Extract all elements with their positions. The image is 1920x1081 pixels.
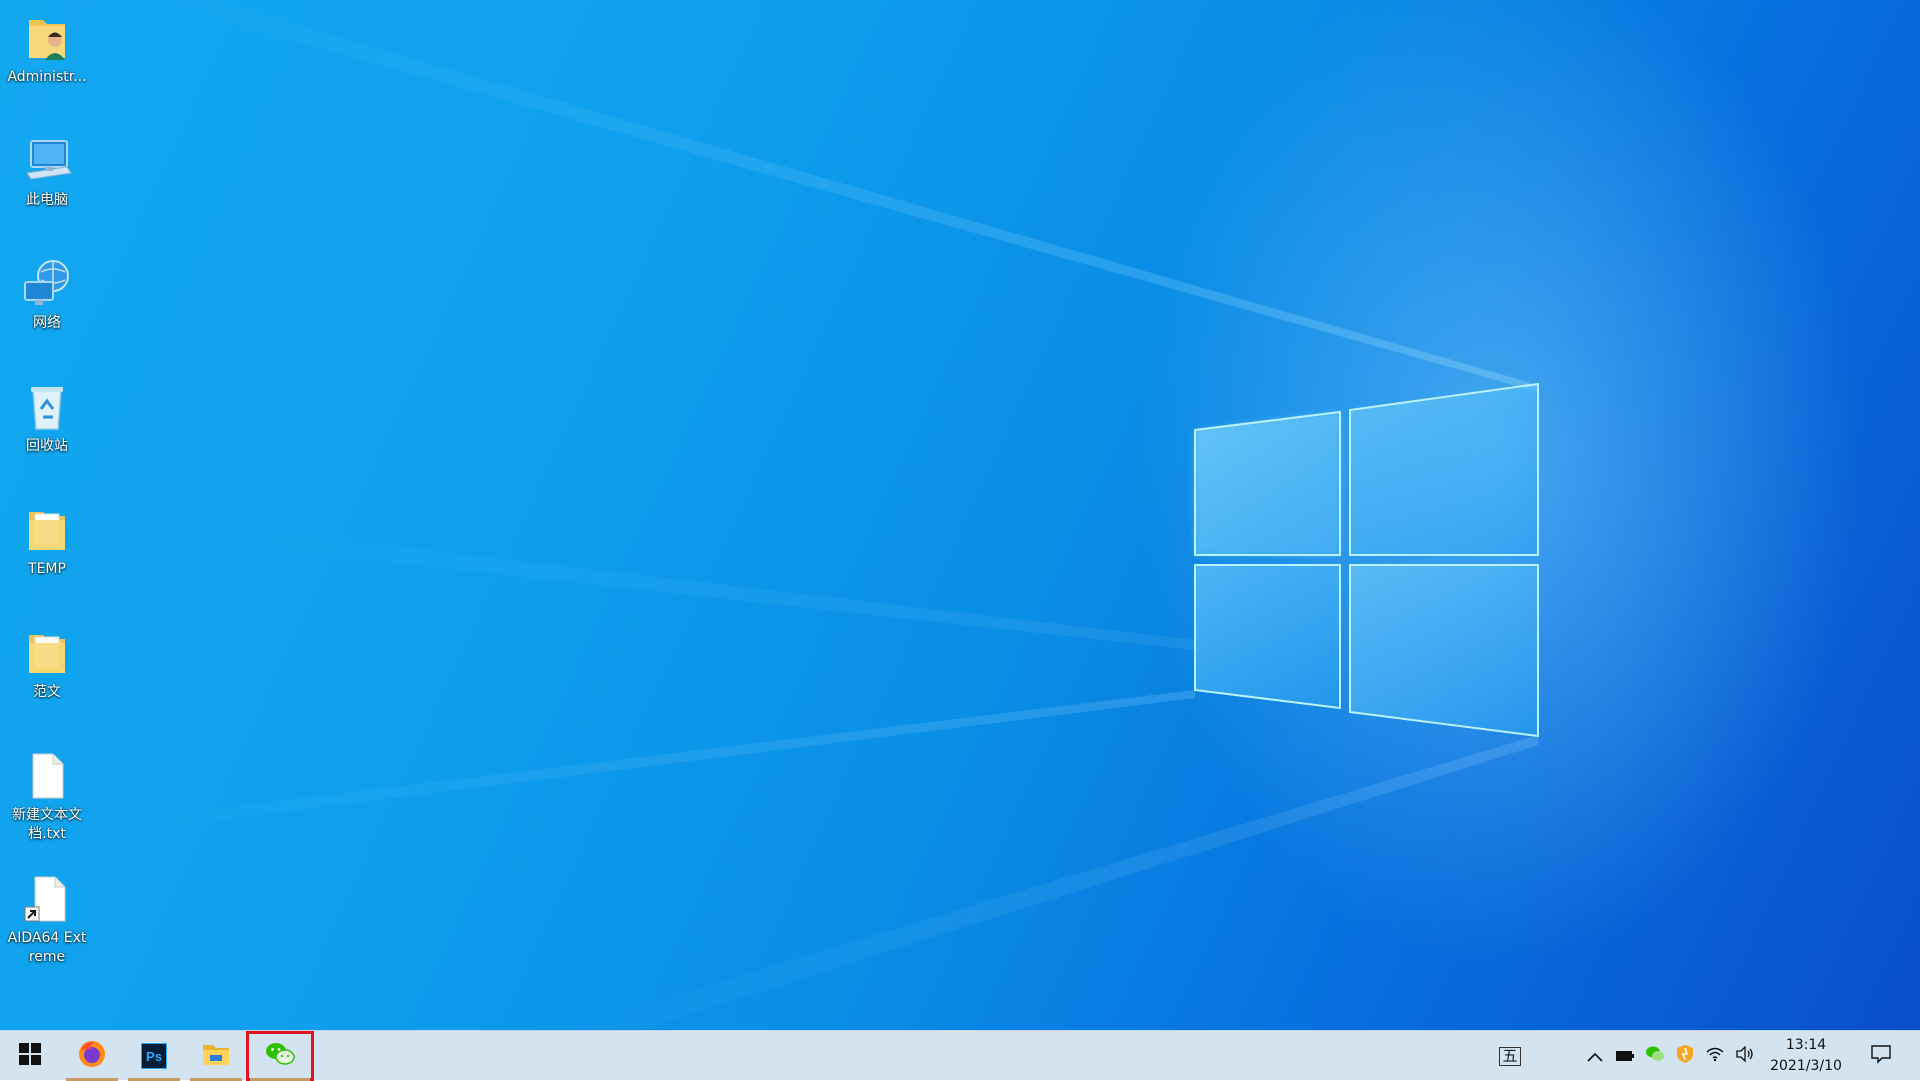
wallpaper-windows-logo xyxy=(0,0,1539,1030)
photoshop-icon: Ps xyxy=(141,1043,167,1069)
file-explorer-icon xyxy=(202,1041,230,1071)
desktop-icon-recycle-bin[interactable]: 回收站 xyxy=(6,373,88,456)
desktop-icon-label: 新建文本文档.txt xyxy=(12,807,82,842)
clock-date: 2021/3/10 xyxy=(1770,1058,1842,1074)
desktop-icon-label: 此电脑 xyxy=(26,192,68,208)
taskbar-firefox[interactable] xyxy=(62,1031,122,1081)
volume-icon xyxy=(1735,1045,1755,1066)
wechat-icon xyxy=(264,1040,296,1072)
desktop-icon-label: 网络 xyxy=(33,315,61,331)
desktop-icon-temp[interactable]: TEMP xyxy=(6,496,88,579)
clock-time: 13:14 xyxy=(1785,1037,1827,1053)
desktop-icon-network[interactable]: 网络 xyxy=(6,250,88,333)
desktop-icon-label: 回收站 xyxy=(26,438,68,454)
desktop-icon-new-text-document[interactable]: 新建文本文档.txt xyxy=(6,742,88,844)
taskbar-photoshop[interactable]: Ps xyxy=(124,1031,184,1081)
folder-icon xyxy=(19,502,75,558)
shield-icon xyxy=(1676,1044,1694,1068)
taskbar-wechat[interactable] xyxy=(246,1031,314,1081)
volume-tray[interactable] xyxy=(1732,1031,1758,1081)
user-folder-icon xyxy=(19,10,75,66)
shortcut-file-icon xyxy=(19,871,75,927)
security-tray[interactable] xyxy=(1672,1031,1698,1081)
battery-tray[interactable] xyxy=(1612,1031,1638,1081)
taskbar-file-explorer[interactable] xyxy=(186,1031,246,1081)
battery-icon xyxy=(1615,1047,1635,1066)
windows-start-icon xyxy=(19,1043,41,1069)
recycle-bin-icon xyxy=(19,379,75,435)
taskbar-clock[interactable]: 13:14 2021/3/10 xyxy=(1758,1035,1854,1077)
desktop-icon-fanwen[interactable]: 范文 xyxy=(6,619,88,702)
taskbar: Ps 五 13:14 2021/3/10 xyxy=(0,1030,1920,1081)
start-button[interactable] xyxy=(0,1031,60,1081)
this-pc-icon xyxy=(19,133,75,189)
desktop-icon-label: AIDA64 Extreme xyxy=(7,930,87,965)
wechat-tray-icon xyxy=(1645,1045,1665,1067)
network-icon xyxy=(19,256,75,312)
folder-icon xyxy=(19,625,75,681)
desktop[interactable]: Administr... 此电脑 网络 回收站 TEMP 范文 新建文本文档.t… xyxy=(0,0,1920,1030)
ime-label: 五 xyxy=(1499,1046,1521,1066)
firefox-icon xyxy=(77,1039,107,1073)
wifi-icon xyxy=(1705,1046,1725,1066)
wechat-tray[interactable] xyxy=(1642,1031,1668,1081)
photoshop-label: Ps xyxy=(146,1048,162,1064)
desktop-icon-label: TEMP xyxy=(28,561,66,577)
ime-indicator[interactable]: 五 xyxy=(1494,1031,1526,1081)
desktop-icon-aida64[interactable]: AIDA64 Extreme xyxy=(6,865,88,967)
notification-center-button[interactable] xyxy=(1862,1031,1900,1081)
chevron-up-icon xyxy=(1587,1047,1603,1066)
desktop-icon-label: 范文 xyxy=(33,684,61,700)
show-hidden-icons-button[interactable] xyxy=(1582,1031,1608,1081)
network-tray[interactable] xyxy=(1702,1031,1728,1081)
notification-icon xyxy=(1870,1044,1892,1068)
desktop-icon-label: Administr... xyxy=(7,69,87,85)
desktop-icon-this-pc[interactable]: 此电脑 xyxy=(6,127,88,210)
desktop-icon-administrator[interactable]: Administr... xyxy=(6,4,88,87)
text-file-icon xyxy=(19,748,75,804)
